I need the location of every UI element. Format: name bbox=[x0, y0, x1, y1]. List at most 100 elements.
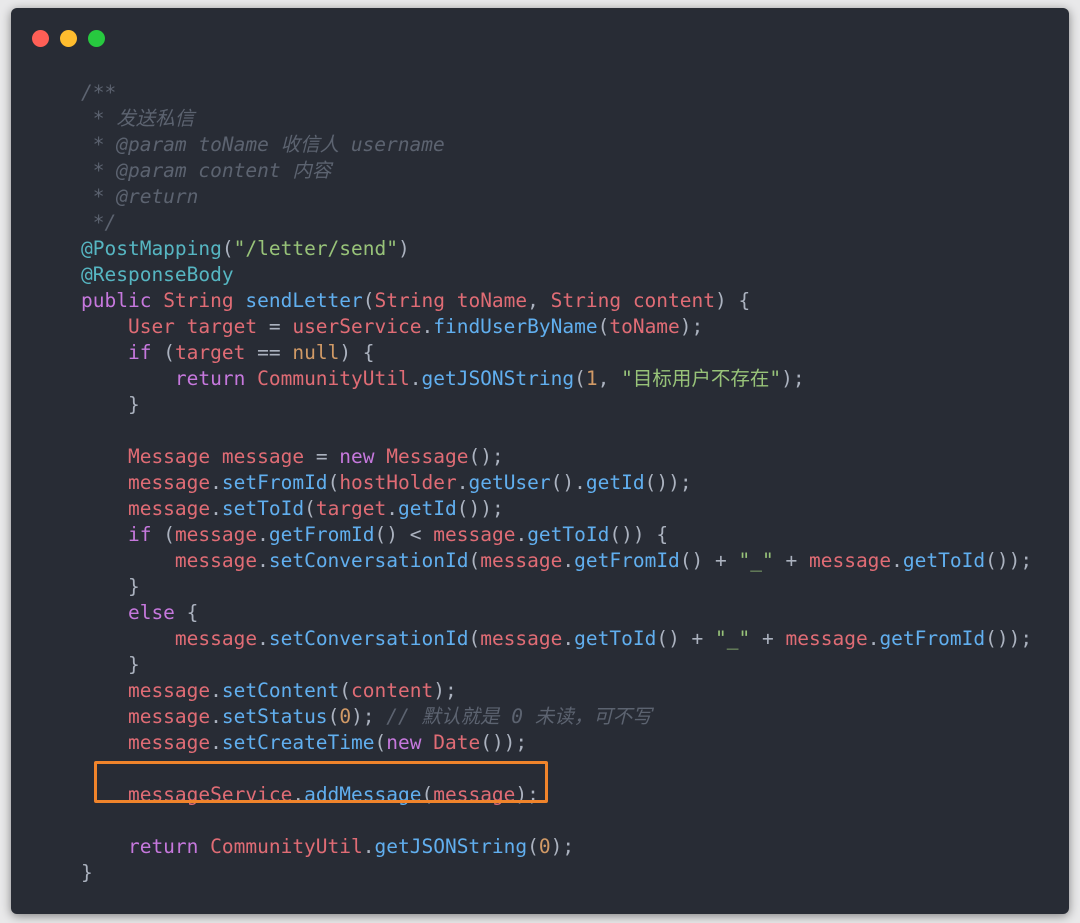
code-token: ()); bbox=[480, 731, 528, 754]
code-token: (); bbox=[468, 445, 504, 468]
code-line: message.setContent(content); bbox=[81, 678, 1032, 704]
highlight-box bbox=[94, 761, 548, 803]
code-token: getFromId bbox=[574, 549, 680, 572]
code-token: ()); bbox=[985, 627, 1033, 650]
code-token: message bbox=[480, 627, 563, 650]
code-token: ()); bbox=[456, 497, 504, 520]
code-line: Message message = new Message(); bbox=[81, 444, 1032, 470]
code-token: message bbox=[480, 549, 563, 572]
code-token: findUserByName bbox=[433, 315, 598, 338]
code-line: } bbox=[81, 652, 1032, 678]
code-token: . bbox=[257, 523, 269, 546]
code-token: , bbox=[597, 367, 622, 390]
code-token: ( bbox=[597, 315, 610, 338]
code-token: String content bbox=[550, 289, 716, 312]
code-token: ( bbox=[327, 471, 340, 494]
code-token: @PostMapping bbox=[81, 237, 222, 260]
code-token: sendLetter bbox=[245, 289, 363, 312]
code-token: ( bbox=[468, 627, 481, 650]
code-token: } bbox=[81, 575, 140, 598]
code-token: ); bbox=[781, 367, 805, 390]
code-line: } bbox=[81, 860, 1032, 886]
code-token: message bbox=[81, 679, 211, 702]
code-token: . bbox=[362, 835, 375, 858]
code-token: . bbox=[409, 367, 422, 390]
code-line: } bbox=[81, 574, 1032, 600]
code-token: getId bbox=[398, 497, 457, 520]
code-token: "目标用户不存在" bbox=[621, 367, 782, 390]
code-token: message bbox=[785, 627, 868, 650]
code-token: getJSONString bbox=[374, 835, 528, 858]
code-token: toName bbox=[609, 315, 680, 338]
code-token: message bbox=[174, 523, 258, 546]
code-token: . bbox=[421, 315, 434, 338]
code-token: "_" bbox=[738, 549, 774, 572]
code-token: setConversationId bbox=[268, 627, 469, 650]
code-line: if (message.getFromId() < message.getToI… bbox=[81, 522, 1032, 548]
code-token: ( bbox=[362, 289, 375, 312]
code-token: ( bbox=[468, 549, 481, 572]
code-token: target bbox=[174, 341, 258, 364]
code-token: Date bbox=[433, 731, 481, 754]
code-token: 0 bbox=[339, 705, 352, 728]
code-line: message.setStatus(0); // 默认就是 0 未读，可不写 bbox=[81, 704, 1032, 730]
code-token: ) bbox=[398, 237, 410, 260]
code-token: (). bbox=[550, 471, 586, 494]
code-token: userService bbox=[292, 315, 422, 338]
code-line: message.setConversationId(message.getToI… bbox=[81, 626, 1032, 652]
code-token: } bbox=[81, 393, 140, 416]
code-token: ( bbox=[163, 523, 175, 546]
code-line: else { bbox=[81, 600, 1032, 626]
code-line: * @param content 内容 bbox=[81, 158, 1032, 184]
code-token: * 发送私信 bbox=[81, 107, 195, 130]
code-line: @PostMapping("/letter/send") bbox=[81, 236, 1032, 262]
code-token: ( bbox=[163, 341, 175, 364]
code-token: . bbox=[515, 523, 528, 546]
code-token: . bbox=[891, 549, 903, 572]
code-token: setToId bbox=[221, 497, 305, 520]
code-token: ( bbox=[304, 497, 316, 520]
code-token: content bbox=[351, 679, 434, 702]
close-button[interactable] bbox=[32, 30, 49, 47]
code-token: getFromId bbox=[268, 523, 375, 546]
code-token: ()); bbox=[985, 549, 1033, 572]
code-line: /** bbox=[81, 80, 1032, 106]
code-line: * 发送私信 bbox=[81, 106, 1032, 132]
code-token: setCreateTime bbox=[221, 731, 375, 754]
code-token: ) { bbox=[339, 341, 375, 364]
code-token: * @param content 内容 bbox=[81, 159, 332, 182]
code-token: Message bbox=[386, 445, 469, 468]
code-token: message bbox=[81, 497, 211, 520]
minimize-button[interactable] bbox=[60, 30, 77, 47]
maximize-button[interactable] bbox=[88, 30, 105, 47]
code-token: null bbox=[292, 341, 340, 364]
code-token: () + bbox=[656, 627, 716, 650]
code-token: getToId bbox=[902, 549, 986, 572]
code-token: } bbox=[81, 653, 140, 676]
code-token: else bbox=[81, 601, 187, 624]
code-token: 1 bbox=[585, 367, 598, 390]
code-token: . bbox=[210, 471, 222, 494]
code-line: */ bbox=[81, 210, 1032, 236]
code-token: ); bbox=[433, 679, 457, 702]
code-line: if (target == null) { bbox=[81, 340, 1032, 366]
code-line: User target = userService.findUserByName… bbox=[81, 314, 1032, 340]
code-token: ()); bbox=[644, 471, 692, 494]
code-token: Message message bbox=[81, 445, 316, 468]
code-token: String bbox=[163, 289, 246, 312]
code-token: . bbox=[210, 679, 222, 702]
code-token: target bbox=[315, 497, 387, 520]
code-token: ()) { bbox=[609, 523, 669, 546]
code-token: 0 bbox=[538, 835, 551, 858]
code-token: "/letter/send" bbox=[233, 237, 399, 260]
code-token: "_" bbox=[715, 627, 751, 650]
code-token: . bbox=[210, 731, 222, 754]
code-token: message bbox=[433, 523, 516, 546]
code-token: . bbox=[562, 549, 575, 572]
code-token: = bbox=[268, 315, 293, 338]
code-line: } bbox=[81, 392, 1032, 418]
code-token: + bbox=[773, 549, 809, 572]
code-token: * @param toName 收信人 username bbox=[81, 133, 445, 156]
code-token: . bbox=[867, 627, 880, 650]
code-token: message bbox=[81, 627, 258, 650]
